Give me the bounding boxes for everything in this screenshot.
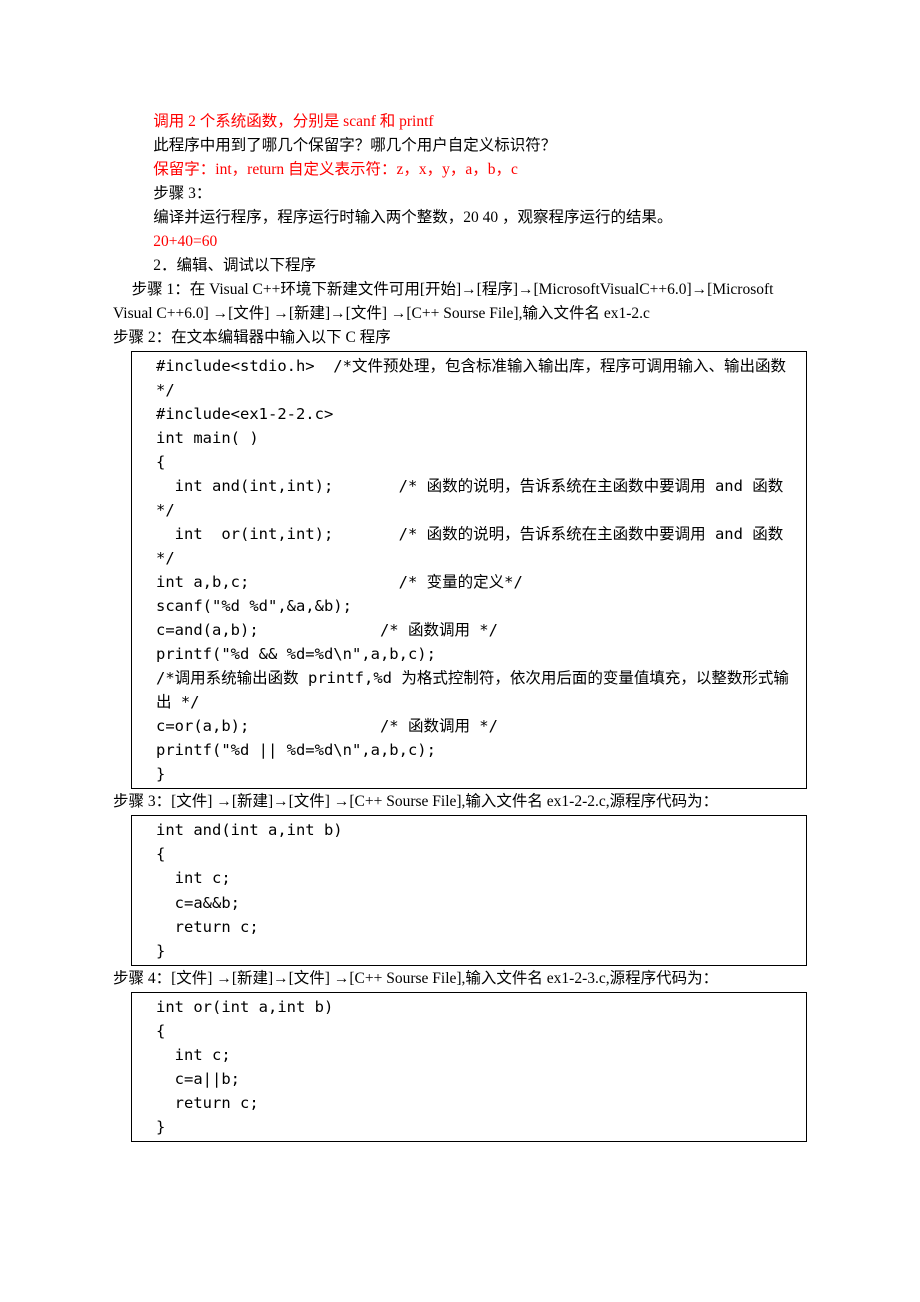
code-line: int main( ): [156, 426, 798, 450]
code-line: printf("%d && %d=%d\n",a,b,c);: [156, 642, 798, 666]
code-line: {: [156, 1019, 798, 1043]
code-line: int or(int,int); /* 函数的说明，告诉系统在主函数中要调用 a…: [156, 522, 798, 570]
code-line: c=or(a,b); /* 函数调用 */: [156, 714, 798, 738]
code-line: #include<stdio.h> /*文件预处理，包含标准输入输出库，程序可调…: [156, 354, 798, 402]
answer-text: 保留字：int，return 自定义表示符：z，x，y，a，b，c: [113, 158, 807, 182]
code-line: int a,b,c; /* 变量的定义*/: [156, 570, 798, 594]
code-line: {: [156, 450, 798, 474]
code-line: c=a||b;: [156, 1067, 798, 1091]
code-line: #include<ex1-2-2.c>: [156, 402, 798, 426]
body-text: 步骤 3：[文件] →[新建]→[文件] →[C++ Sourse File],…: [113, 790, 807, 814]
document-page: 调用 2 个系统函数，分别是 scanf 和 printf 此程序中用到了哪几个…: [0, 0, 920, 1302]
question-text: 此程序中用到了哪几个保留字？哪几个用户自定义标识符？: [113, 134, 807, 158]
code-line: scanf("%d %d",&a,&b);: [156, 594, 798, 618]
step-label: 步骤 3：: [113, 182, 807, 206]
answer-text: 20+40=60: [113, 230, 807, 254]
code-line: int c;: [156, 1043, 798, 1067]
code-line: /*调用系统输出函数 printf,%d 为格式控制符，依次用后面的变量值填充，…: [156, 666, 798, 714]
body-text: 步骤 2：在文本编辑器中输入以下 C 程序: [113, 326, 807, 350]
body-text: 步骤 4：[文件] →[新建]→[文件] →[C++ Sourse File],…: [113, 967, 807, 991]
section-heading: 2．编辑、调试以下程序: [113, 254, 807, 278]
code-line: }: [156, 762, 798, 786]
code-line: return c;: [156, 1091, 798, 1115]
code-line: printf("%d || %d=%d\n",a,b,c);: [156, 738, 798, 762]
body-text: 步骤 1：在 Visual C++环境下新建文件可用[开始]→[程序]→[Mic…: [113, 278, 807, 326]
code-line: }: [156, 939, 798, 963]
code-block-3: int or(int a,int b) { int c; c=a||b; ret…: [131, 992, 807, 1142]
code-line: c=a&&b;: [156, 891, 798, 915]
code-line: return c;: [156, 915, 798, 939]
code-line: int and(int,int); /* 函数的说明，告诉系统在主函数中要调用 …: [156, 474, 798, 522]
code-line: }: [156, 1115, 798, 1139]
code-block-1: #include<stdio.h> /*文件预处理，包含标准输入输出库，程序可调…: [131, 351, 807, 789]
code-block-2: int and(int a,int b) { int c; c=a&&b; re…: [131, 815, 807, 965]
code-line: int c;: [156, 866, 798, 890]
answer-text: 调用 2 个系统函数，分别是 scanf 和 printf: [113, 110, 807, 134]
body-text: 编译并运行程序，程序运行时输入两个整数，20 40 ，观察程序运行的结果。: [113, 206, 807, 230]
code-line: int or(int a,int b): [156, 995, 798, 1019]
code-line: int and(int a,int b): [156, 818, 798, 842]
code-line: c=and(a,b); /* 函数调用 */: [156, 618, 798, 642]
code-line: {: [156, 842, 798, 866]
